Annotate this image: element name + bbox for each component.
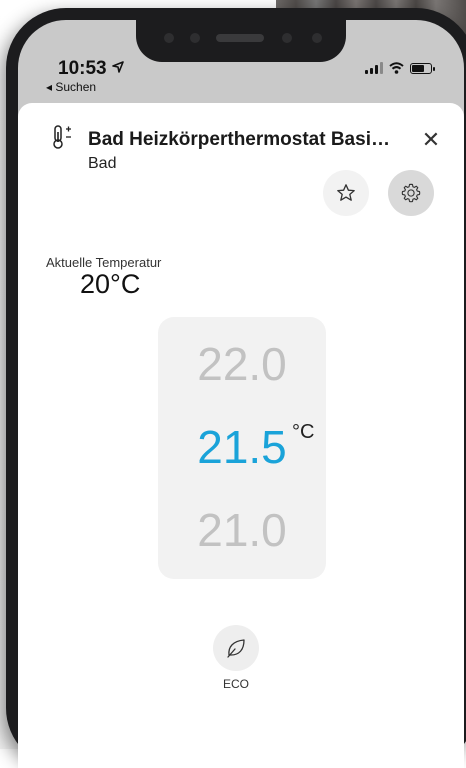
sensor-dot <box>164 33 174 43</box>
device-sheet: Bad Heizkörperthermostat Basi… Bad ✕ Akt… <box>18 103 464 768</box>
close-button[interactable]: ✕ <box>420 129 442 151</box>
status-time: 10:53 <box>58 58 124 80</box>
notch <box>136 20 346 62</box>
settings-button[interactable] <box>388 170 434 216</box>
signal-icon <box>365 62 383 74</box>
phone-frame: 10:53 ◂ Suchen Bad Heizkörperthermostat … <box>6 8 466 768</box>
setpoint-option-below[interactable]: 21.0 <box>158 503 326 557</box>
status-icons <box>365 62 435 74</box>
setpoint-option-above[interactable]: 22.0 <box>158 337 326 391</box>
star-icon <box>337 184 355 201</box>
device-title: Bad Heizkörperthermostat Basi… <box>88 129 390 150</box>
thermometer-icon <box>53 125 71 149</box>
phone-screen: 10:53 ◂ Suchen Bad Heizkörperthermostat … <box>18 20 464 768</box>
speaker <box>216 34 264 42</box>
setpoint-unit: °C <box>292 421 315 443</box>
sensor-dot <box>282 33 292 43</box>
back-to-search-link[interactable]: ◂ Suchen <box>46 80 96 94</box>
current-temperature-label: Aktuelle Temperatur <box>46 255 162 270</box>
eco-button[interactable] <box>213 625 259 671</box>
camera-dot <box>312 33 322 43</box>
leaf-icon <box>227 639 245 658</box>
sensor-dot <box>190 33 200 43</box>
gear-icon <box>401 183 421 203</box>
eco-label: ECO <box>222 677 249 691</box>
wifi-icon <box>389 62 404 74</box>
battery-icon <box>410 63 435 74</box>
current-temperature-value: 20°C <box>80 269 141 299</box>
favorite-button[interactable] <box>323 170 369 216</box>
setpoint-picker[interactable]: 22.0 21.5 °C 21.0 <box>158 317 326 579</box>
device-room: Bad <box>88 155 117 172</box>
location-arrow-icon <box>112 61 124 73</box>
status-bar: 10:53 ◂ Suchen <box>18 20 464 94</box>
